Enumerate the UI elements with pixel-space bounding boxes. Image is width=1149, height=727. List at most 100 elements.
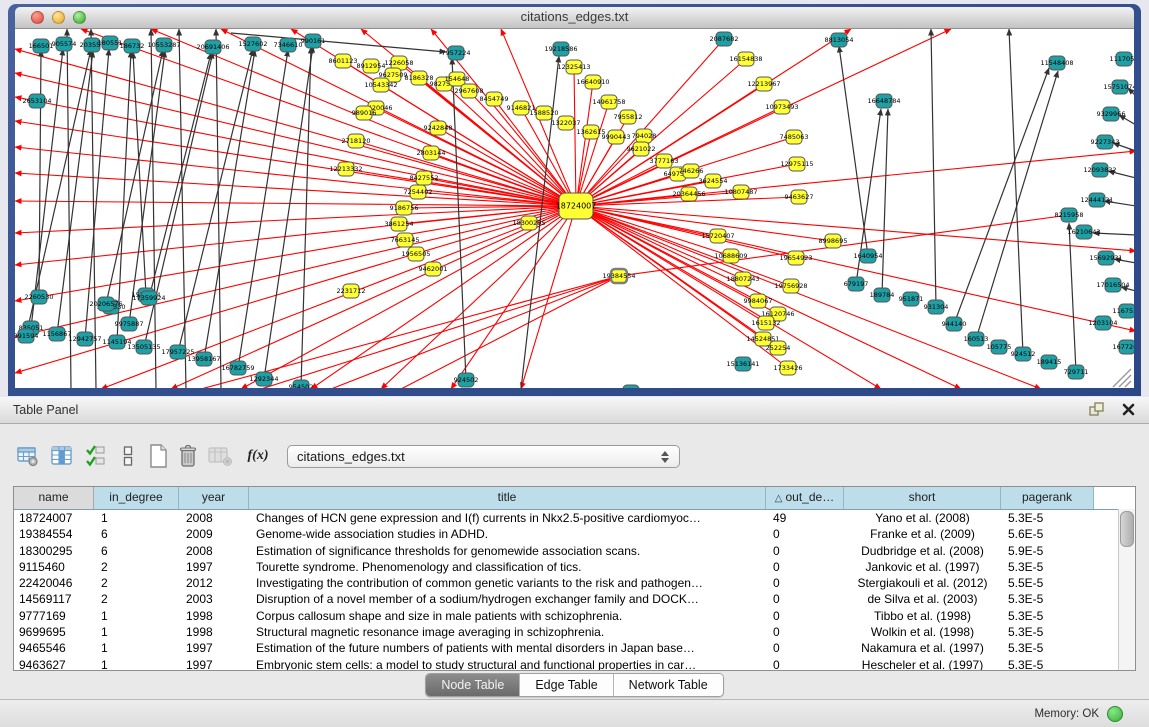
- cell-title[interactable]: Tourette syndrome. Phenomenology and cla…: [249, 559, 766, 575]
- cell-pagerank[interactable]: 5.3E-5: [1001, 624, 1094, 640]
- row-height-icon[interactable]: [114, 441, 142, 471]
- cell-name[interactable]: 19384554: [14, 526, 94, 542]
- cell-short[interactable]: Jankovic et al. (1997): [844, 559, 1001, 575]
- cell-out_de[interactable]: 0: [766, 608, 844, 624]
- cell-pagerank[interactable]: 5.3E-5: [1001, 510, 1094, 526]
- table-settings-icon[interactable]: [14, 441, 42, 471]
- cell-year[interactable]: 1997: [179, 559, 249, 575]
- cell-out_de[interactable]: 0: [766, 640, 844, 656]
- zoom-window-button[interactable]: [73, 11, 86, 24]
- cell-in_degree[interactable]: 2: [94, 575, 179, 591]
- cell-year[interactable]: 2008: [179, 543, 249, 559]
- cell-title[interactable]: Genome-wide association studies in ADHD.: [249, 526, 766, 542]
- cell-out_de[interactable]: 0: [766, 559, 844, 575]
- cell-title[interactable]: Estimation of the future numbers of pati…: [249, 640, 766, 656]
- column-header-year[interactable]: year: [179, 487, 249, 509]
- cell-short[interactable]: Tibbo et al. (1998): [844, 608, 1001, 624]
- column-header-name[interactable]: name: [14, 487, 94, 509]
- select-visible-columns-icon[interactable]: [82, 441, 110, 471]
- cell-pagerank[interactable]: 5.3E-5: [1001, 559, 1094, 575]
- canvas-resize-grip-icon[interactable]: [1119, 375, 1131, 387]
- cell-in_degree[interactable]: 1: [94, 657, 179, 671]
- function-builder-icon[interactable]: f(x): [244, 441, 272, 471]
- cell-title[interactable]: Embryonic stem cells: a model to study s…: [249, 657, 766, 671]
- cell-name[interactable]: 9699695: [14, 624, 94, 640]
- cell-name[interactable]: 18300295: [14, 543, 94, 559]
- canvas-resize-grip-icon[interactable]: [1125, 381, 1131, 387]
- cell-short[interactable]: Wolkin et al. (1998): [844, 624, 1001, 640]
- cell-out_de[interactable]: 0: [766, 543, 844, 559]
- cell-year[interactable]: 2008: [179, 510, 249, 526]
- column-header-in_degree[interactable]: in_degree: [94, 487, 179, 509]
- cell-year[interactable]: 2012: [179, 575, 249, 591]
- column-header-title[interactable]: title: [249, 487, 766, 509]
- cell-short[interactable]: Franke et al. (2009): [844, 526, 1001, 542]
- table-row[interactable]: 911546021997Tourette syndrome. Phenomeno…: [14, 559, 1135, 575]
- tab-network-table[interactable]: Network Table: [614, 674, 723, 696]
- column-header-short[interactable]: short: [844, 487, 1001, 509]
- cell-in_degree[interactable]: 2: [94, 591, 179, 607]
- cell-name[interactable]: 9463627: [14, 657, 94, 671]
- tab-node-table[interactable]: Node Table: [426, 674, 520, 696]
- cell-year[interactable]: 1997: [179, 657, 249, 671]
- delete-columns-icon[interactable]: [206, 441, 234, 471]
- cell-in_degree[interactable]: 6: [94, 543, 179, 559]
- cell-in_degree[interactable]: 1: [94, 640, 179, 656]
- cell-out_de[interactable]: 49: [766, 510, 844, 526]
- new-table-icon[interactable]: [144, 441, 172, 471]
- cell-title[interactable]: Disruption of a novel member of a sodium…: [249, 591, 766, 607]
- table-row[interactable]: 977716911998Corpus callosum shape and si…: [14, 608, 1135, 624]
- cell-pagerank[interactable]: 5.5E-5: [1001, 575, 1094, 591]
- network-canvas[interactable]: 1665019055742035571805511867321055328720…: [15, 29, 1134, 388]
- cell-out_de[interactable]: 0: [766, 591, 844, 607]
- vertical-scrollbar[interactable]: [1118, 509, 1135, 670]
- cell-out_de[interactable]: 0: [766, 526, 844, 542]
- table-row[interactable]: 946362711997Embryonic stem cells: a mode…: [14, 657, 1135, 671]
- cell-in_degree[interactable]: 2: [94, 559, 179, 575]
- cell-title[interactable]: Structural magnetic resonance image aver…: [249, 624, 766, 640]
- cell-name[interactable]: 14569117: [14, 591, 94, 607]
- cell-name[interactable]: 22420046: [14, 575, 94, 591]
- cell-in_degree[interactable]: 1: [94, 608, 179, 624]
- cell-name[interactable]: 9465546: [14, 640, 94, 656]
- close-icon[interactable]: [1119, 400, 1137, 418]
- cell-name[interactable]: 9777169: [14, 608, 94, 624]
- cell-short[interactable]: de Silva et al. (2003): [844, 591, 1001, 607]
- table-row[interactable]: 1938455462009Genome-wide association stu…: [14, 526, 1135, 542]
- cell-year[interactable]: 1998: [179, 608, 249, 624]
- table-row[interactable]: 2242004622012Investigating the contribut…: [14, 575, 1135, 591]
- cell-name[interactable]: 9115460: [14, 559, 94, 575]
- tab-edge-table[interactable]: Edge Table: [520, 674, 613, 696]
- cell-short[interactable]: Stergiakouli et al. (2012): [844, 575, 1001, 591]
- table-row[interactable]: 1830029562008Estimation of significance …: [14, 543, 1135, 559]
- cell-out_de[interactable]: 0: [766, 657, 844, 671]
- cell-short[interactable]: Hescheler et al. (1997): [844, 657, 1001, 671]
- cell-pagerank[interactable]: 5.3E-5: [1001, 657, 1094, 671]
- show-columns-icon[interactable]: [48, 441, 76, 471]
- cell-pagerank[interactable]: 5.6E-5: [1001, 526, 1094, 542]
- table-selector-dropdown[interactable]: citations_edges.txt: [287, 445, 680, 468]
- cell-short[interactable]: Dudbridge et al. (2008): [844, 543, 1001, 559]
- cell-year[interactable]: 1997: [179, 640, 249, 656]
- cell-year[interactable]: 1998: [179, 624, 249, 640]
- table-row[interactable]: 946554611997Estimation of the future num…: [14, 640, 1135, 656]
- cell-title[interactable]: Estimation of significance thresholds fo…: [249, 543, 766, 559]
- column-header-out_de[interactable]: △out_de…: [766, 487, 844, 509]
- cell-title[interactable]: Corpus callosum shape and size in male p…: [249, 608, 766, 624]
- cell-out_de[interactable]: 0: [766, 624, 844, 640]
- cell-out_de[interactable]: 0: [766, 575, 844, 591]
- cell-in_degree[interactable]: 6: [94, 526, 179, 542]
- table-row[interactable]: 1456911722003Disruption of a novel membe…: [14, 591, 1135, 607]
- network-graph[interactable]: 1665019055742035571805511867321055328720…: [15, 29, 1134, 388]
- cell-pagerank[interactable]: 5.9E-5: [1001, 543, 1094, 559]
- cell-year[interactable]: 2009: [179, 526, 249, 542]
- cell-year[interactable]: 2003: [179, 591, 249, 607]
- table-row[interactable]: 1872400712008Changes of HCN gene express…: [14, 510, 1135, 526]
- column-header-pagerank[interactable]: pagerank: [1001, 487, 1094, 509]
- cell-title[interactable]: Changes of HCN gene expression and I(f) …: [249, 510, 766, 526]
- window-titlebar[interactable]: citations_edges.txt: [15, 7, 1134, 29]
- cell-short[interactable]: Nakamura et al. (1997): [844, 640, 1001, 656]
- table-row[interactable]: 969969511998Structural magnetic resonanc…: [14, 624, 1135, 640]
- cell-name[interactable]: 18724007: [14, 510, 94, 526]
- cell-in_degree[interactable]: 1: [94, 624, 179, 640]
